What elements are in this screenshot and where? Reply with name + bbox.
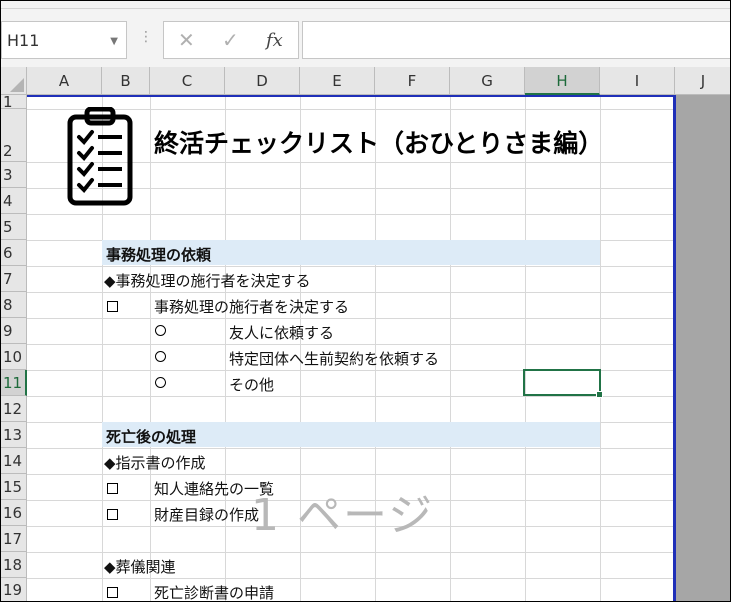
column-header-d[interactable]: D xyxy=(225,67,300,95)
subsection-heading: ◆指示書の作成 xyxy=(104,454,206,472)
active-cell-h11[interactable] xyxy=(523,369,603,398)
checklist-item: 事務処理の施行者を決定する xyxy=(154,298,350,316)
page-watermark: 1 ページ xyxy=(251,490,435,541)
row-header-8[interactable]: 8 xyxy=(1,292,27,318)
section-header: 事務処理の依頼 xyxy=(106,246,212,264)
radio-option[interactable] xyxy=(155,325,166,336)
formula-bar-area: H11 ▼ ⋮ ✕ ✓ fx xyxy=(1,9,730,67)
row-header-5[interactable]: 5 xyxy=(1,214,27,240)
formula-input[interactable] xyxy=(302,21,730,59)
cancel-icon[interactable]: ✕ xyxy=(178,28,195,52)
column-header-e[interactable]: E xyxy=(300,67,375,95)
subsection-heading: ◆事務処理の施行者を決定する xyxy=(104,272,311,290)
row-header-9[interactable]: 9 xyxy=(1,318,27,344)
column-header-g[interactable]: G xyxy=(450,67,525,95)
column-header-a[interactable]: A xyxy=(27,67,102,95)
row-header-1[interactable]: 1 xyxy=(1,95,27,110)
option-label: 特定団体へ生前契約を依頼する xyxy=(229,350,440,368)
clipboard-checklist-icon xyxy=(67,107,133,206)
checklist-item: 死亡診断書の申請 xyxy=(154,584,275,602)
radio-option[interactable] xyxy=(155,377,166,388)
fill-handle[interactable] xyxy=(596,391,603,398)
checkbox[interactable] xyxy=(107,483,118,494)
name-box-value: H11 xyxy=(7,31,40,50)
outside-print-area xyxy=(675,95,730,601)
column-header-c[interactable]: C xyxy=(150,67,225,95)
column-header-i[interactable]: I xyxy=(600,67,675,95)
column-header-h[interactable]: H xyxy=(525,67,600,95)
select-all-button[interactable] xyxy=(1,67,27,95)
row-header-19[interactable]: 19 xyxy=(1,578,27,601)
page-break-line xyxy=(673,95,676,601)
insert-function-icon[interactable]: fx xyxy=(266,30,283,51)
drag-handle-icon[interactable]: ⋮ xyxy=(139,29,154,45)
row-header-3[interactable]: 3 xyxy=(1,162,27,188)
checkbox[interactable] xyxy=(107,301,118,312)
row-header-2[interactable]: 2 xyxy=(1,109,27,162)
chevron-down-icon[interactable]: ▼ xyxy=(110,36,118,47)
radio-option[interactable] xyxy=(155,351,166,362)
option-label: 友人に依頼する xyxy=(229,324,335,342)
row-header-6[interactable]: 6 xyxy=(1,240,27,266)
formula-buttons: ✕ ✓ fx xyxy=(163,21,299,59)
row-header-15[interactable]: 15 xyxy=(1,474,27,500)
page-title: 終活チェックリスト（おひとりさま編） xyxy=(154,129,604,158)
row-header-16[interactable]: 16 xyxy=(1,500,27,526)
excel-window: H11 ▼ ⋮ ✕ ✓ fx ABCDEFGHIJ 1 2 3 4 5 6 7 8 9 10 11 1… xyxy=(0,0,731,602)
option-label: その他 xyxy=(229,376,275,394)
enter-icon[interactable]: ✓ xyxy=(222,28,239,52)
checklist-item: 財産目録の作成 xyxy=(154,506,260,524)
checkbox[interactable] xyxy=(107,587,118,598)
row-header-7[interactable]: 7 xyxy=(1,266,27,292)
row-header-12[interactable]: 12 xyxy=(1,396,27,422)
row-header-17[interactable]: 17 xyxy=(1,526,27,552)
row-header-10[interactable]: 10 xyxy=(1,344,27,370)
row-header-14[interactable]: 14 xyxy=(1,448,27,474)
section-header: 死亡後の処理 xyxy=(106,428,197,446)
row-header-4[interactable]: 4 xyxy=(1,188,27,214)
row-header-18[interactable]: 18 xyxy=(1,552,27,578)
row-header-11[interactable]: 11 xyxy=(1,370,27,396)
column-header-j[interactable]: J xyxy=(675,67,730,95)
page-break-line-top xyxy=(27,95,675,97)
checkbox[interactable] xyxy=(107,509,118,520)
row-header-13[interactable]: 13 xyxy=(1,422,27,448)
ribbon-edge xyxy=(1,1,730,9)
column-header-b[interactable]: B xyxy=(102,67,150,95)
column-header-f[interactable]: F xyxy=(375,67,450,95)
subsection-heading: ◆葬儀関連 xyxy=(104,558,176,576)
name-box[interactable]: H11 ▼ xyxy=(1,21,127,59)
